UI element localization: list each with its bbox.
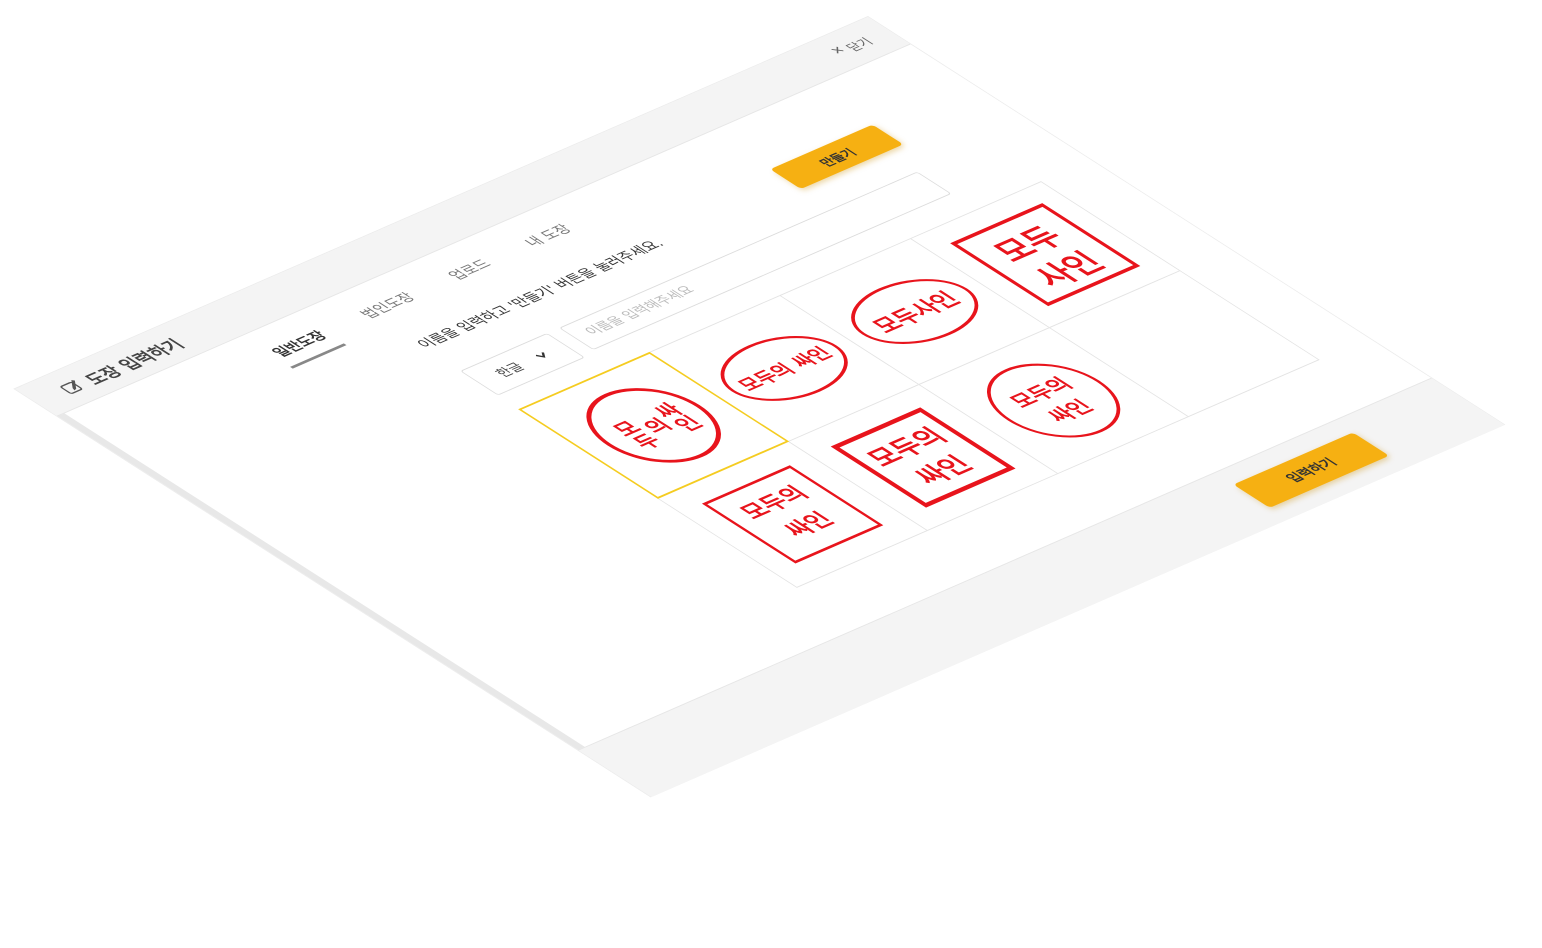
tab-my-stamp[interactable]: 내 도장 [519, 221, 587, 256]
close-button[interactable]: ✕ 닫기 [827, 34, 877, 60]
stamp-label: 모두사인 [866, 288, 967, 337]
modal-title-text: 도장 입력하기 [80, 336, 190, 389]
modal-edge [15, 386, 658, 797]
submit-button[interactable]: 입력하기 [1233, 432, 1390, 508]
svg-text:싸인: 싸인 [778, 509, 841, 542]
chevron-down-icon [530, 349, 553, 362]
tab-general-stamp[interactable]: 일반도장 [266, 327, 341, 366]
modal-title: 도장 입력하기 [53, 334, 191, 399]
tab-corporate-stamp[interactable]: 법인도장 [354, 289, 429, 328]
language-select-value: 한글 [492, 360, 529, 380]
modal-projection: 도장 입력하기 ✕ 닫기 일반도장 법인도장 업로드 내 도장 이름을 입력하고… [15, 17, 1505, 797]
make-button[interactable]: 만들기 [770, 124, 904, 190]
stamp-modal: 도장 입력하기 ✕ 닫기 일반도장 법인도장 업로드 내 도장 이름을 입력하고… [15, 17, 1505, 797]
stage: 도장 입력하기 ✕ 닫기 일반도장 법인도장 업로드 내 도장 이름을 입력하고… [0, 0, 1542, 948]
language-select[interactable]: 한글 [459, 333, 586, 396]
tab-upload[interactable]: 업로드 [442, 256, 505, 289]
stamp-label: 모두의 싸인 [732, 344, 838, 395]
